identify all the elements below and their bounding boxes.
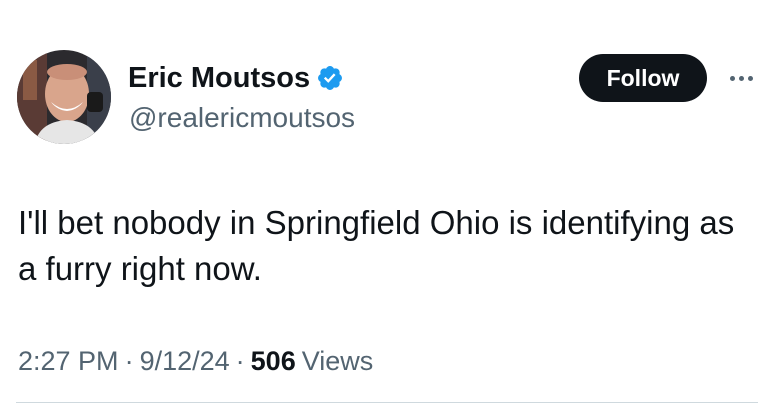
verified-badge-icon — [318, 66, 343, 90]
author-name-row: Eric Moutsos — [128, 61, 344, 95]
author-handle[interactable]: @realericmoutsos — [129, 101, 355, 135]
dot — [729, 75, 735, 81]
tweet-time[interactable]: 2:27 PM — [18, 346, 119, 377]
dot — [738, 75, 744, 81]
more-horizontal-icon[interactable] — [724, 66, 758, 90]
views-label: Views — [301, 345, 374, 376]
tweet-card: Eric Moutsos @realericmoutsos Follow I'l… — [0, 0, 765, 410]
meta-separator: · — [124, 345, 134, 376]
follow-button[interactable]: Follow — [579, 54, 707, 102]
avatar[interactable] — [17, 50, 111, 144]
divider — [16, 402, 758, 403]
dot — [747, 75, 753, 81]
display-name[interactable]: Eric Moutsos — [128, 61, 310, 95]
avatar-photo-icon — [17, 50, 111, 144]
tweet-text: I'll bet nobody in Springfield Ohio is i… — [18, 204, 735, 287]
views-count: 506 — [250, 345, 296, 376]
meta-separator: · — [235, 345, 245, 376]
tweet-date[interactable]: 9/12/24 — [140, 346, 230, 377]
tweet-meta: 2:27 PM · 9/12/24 · 506 Views — [18, 343, 373, 379]
